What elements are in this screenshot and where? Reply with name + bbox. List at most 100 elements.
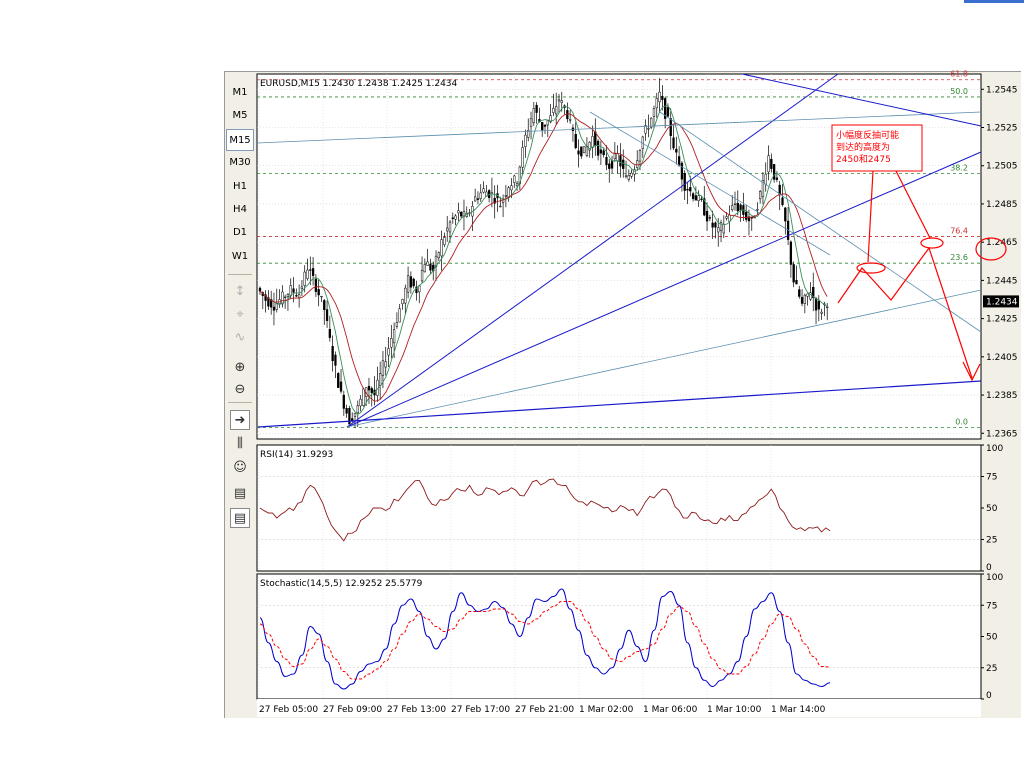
candle-body bbox=[770, 158, 773, 169]
time-axis-label: 27 Feb 17:00 bbox=[451, 705, 510, 715]
candle-body bbox=[717, 227, 720, 233]
candle-body bbox=[541, 122, 544, 131]
candle-body bbox=[362, 388, 365, 406]
time-axis-label: 1 Mar 02:00 bbox=[579, 705, 634, 715]
candle-body bbox=[295, 295, 298, 297]
price-tick-label: 1.2365 bbox=[986, 429, 1018, 439]
candle-body bbox=[479, 192, 482, 199]
candle-body bbox=[281, 291, 284, 305]
candle-body bbox=[764, 173, 767, 185]
main-chart-header: EURUSD,M15 1.2430 1.2438 1.2425 1.2434 bbox=[260, 79, 458, 89]
candle-body bbox=[568, 119, 572, 121]
time-axis-label: 1 Mar 06:00 bbox=[643, 705, 698, 715]
candle-body bbox=[300, 286, 304, 289]
candle-body bbox=[345, 408, 348, 414]
candle-body bbox=[602, 150, 605, 156]
candle-body bbox=[535, 104, 538, 113]
stochastic-tick-label: 0 bbox=[986, 691, 992, 701]
candle-body bbox=[722, 223, 725, 234]
candle-body bbox=[510, 185, 513, 191]
candle-body bbox=[745, 211, 748, 220]
candle-body bbox=[647, 128, 650, 130]
annotation-text: 2450和2475 bbox=[836, 154, 891, 165]
candle-body bbox=[311, 268, 315, 276]
candle-body bbox=[339, 381, 343, 392]
price-tick-label: 1.2405 bbox=[986, 353, 1018, 363]
candle-body bbox=[591, 136, 594, 148]
time-axis-label: 1 Mar 14:00 bbox=[771, 705, 826, 715]
candle-body bbox=[753, 216, 756, 219]
candle-body bbox=[521, 147, 524, 168]
annotation-text: 小幅度反抽可能 bbox=[836, 129, 899, 141]
candle-body bbox=[356, 405, 359, 414]
candle-body bbox=[429, 263, 432, 271]
candle-body bbox=[390, 338, 393, 348]
candle-body bbox=[705, 210, 709, 222]
candle-body bbox=[317, 289, 320, 296]
rsi-panel bbox=[256, 444, 982, 572]
candle-body bbox=[739, 204, 742, 211]
candle-body bbox=[353, 412, 357, 417]
rsi-tick-label: 25 bbox=[986, 536, 997, 546]
candle-body bbox=[507, 187, 510, 198]
candle-body bbox=[384, 361, 387, 368]
candle-body bbox=[404, 287, 407, 304]
candle-body bbox=[543, 124, 547, 127]
candle-body bbox=[616, 153, 619, 162]
candle-body bbox=[817, 300, 820, 310]
candle-body bbox=[574, 134, 577, 149]
candle-body bbox=[323, 300, 326, 310]
fib-level-label: 0.0 bbox=[955, 418, 968, 427]
price-tick-label: 1.2445 bbox=[986, 276, 1018, 286]
candle-body bbox=[286, 293, 290, 297]
candle-body bbox=[613, 153, 617, 160]
candle-body bbox=[387, 348, 390, 356]
candle-body bbox=[691, 193, 695, 199]
candle-body bbox=[381, 360, 385, 376]
chart-svg[interactable]: 1.2545 1.2525 1.2505 1.2485 1.2465 1.2445 1.24… bbox=[0, 0, 1024, 768]
candle-body bbox=[767, 155, 770, 173]
candle-body bbox=[499, 205, 502, 208]
candle-body bbox=[342, 394, 345, 409]
candle-body bbox=[756, 209, 759, 211]
stochastic-tick-label: 75 bbox=[986, 601, 997, 611]
candle-body bbox=[376, 379, 379, 396]
candle-body bbox=[826, 306, 829, 308]
candle-body bbox=[283, 296, 287, 299]
candle-body bbox=[728, 214, 731, 222]
candle-body bbox=[610, 160, 614, 169]
time-axis-label: 27 Feb 09:00 bbox=[323, 705, 382, 715]
candle-body bbox=[677, 156, 681, 166]
candle-body bbox=[627, 175, 630, 180]
time-axis-label: 27 Feb 05:00 bbox=[259, 705, 318, 715]
candle-body bbox=[395, 322, 399, 327]
candle-body bbox=[359, 398, 362, 407]
candle-body bbox=[666, 107, 670, 117]
candle-body bbox=[328, 329, 332, 338]
current-price-label: 1.2434 bbox=[986, 297, 1018, 307]
rsi-tick-label: 0 bbox=[986, 563, 992, 573]
candle-body bbox=[557, 99, 561, 102]
candle-body bbox=[297, 294, 301, 298]
candle-body bbox=[630, 172, 633, 177]
candle-body bbox=[596, 140, 600, 156]
candle-body bbox=[619, 155, 622, 167]
candle-body bbox=[792, 264, 795, 283]
candle-body bbox=[309, 269, 312, 271]
stochastic-header: Stochastic(14,5,5) 12.9252 25.5779 bbox=[260, 579, 423, 589]
price-tick-label: 1.2385 bbox=[986, 391, 1018, 401]
annotation-text: 到达的高度为 bbox=[836, 141, 890, 153]
candle-body bbox=[426, 261, 429, 266]
candle-body bbox=[700, 198, 703, 201]
candle-body bbox=[686, 188, 689, 191]
candle-body bbox=[437, 252, 440, 259]
candle-body bbox=[594, 131, 597, 146]
rsi-tick-label: 50 bbox=[986, 504, 998, 514]
candle-body bbox=[658, 91, 661, 103]
candle-body bbox=[337, 373, 340, 388]
candle-body bbox=[789, 241, 793, 265]
price-tick-label: 1.2465 bbox=[986, 238, 1018, 248]
candle-body bbox=[680, 162, 684, 180]
candle-body bbox=[406, 275, 410, 293]
candle-body bbox=[289, 285, 292, 296]
